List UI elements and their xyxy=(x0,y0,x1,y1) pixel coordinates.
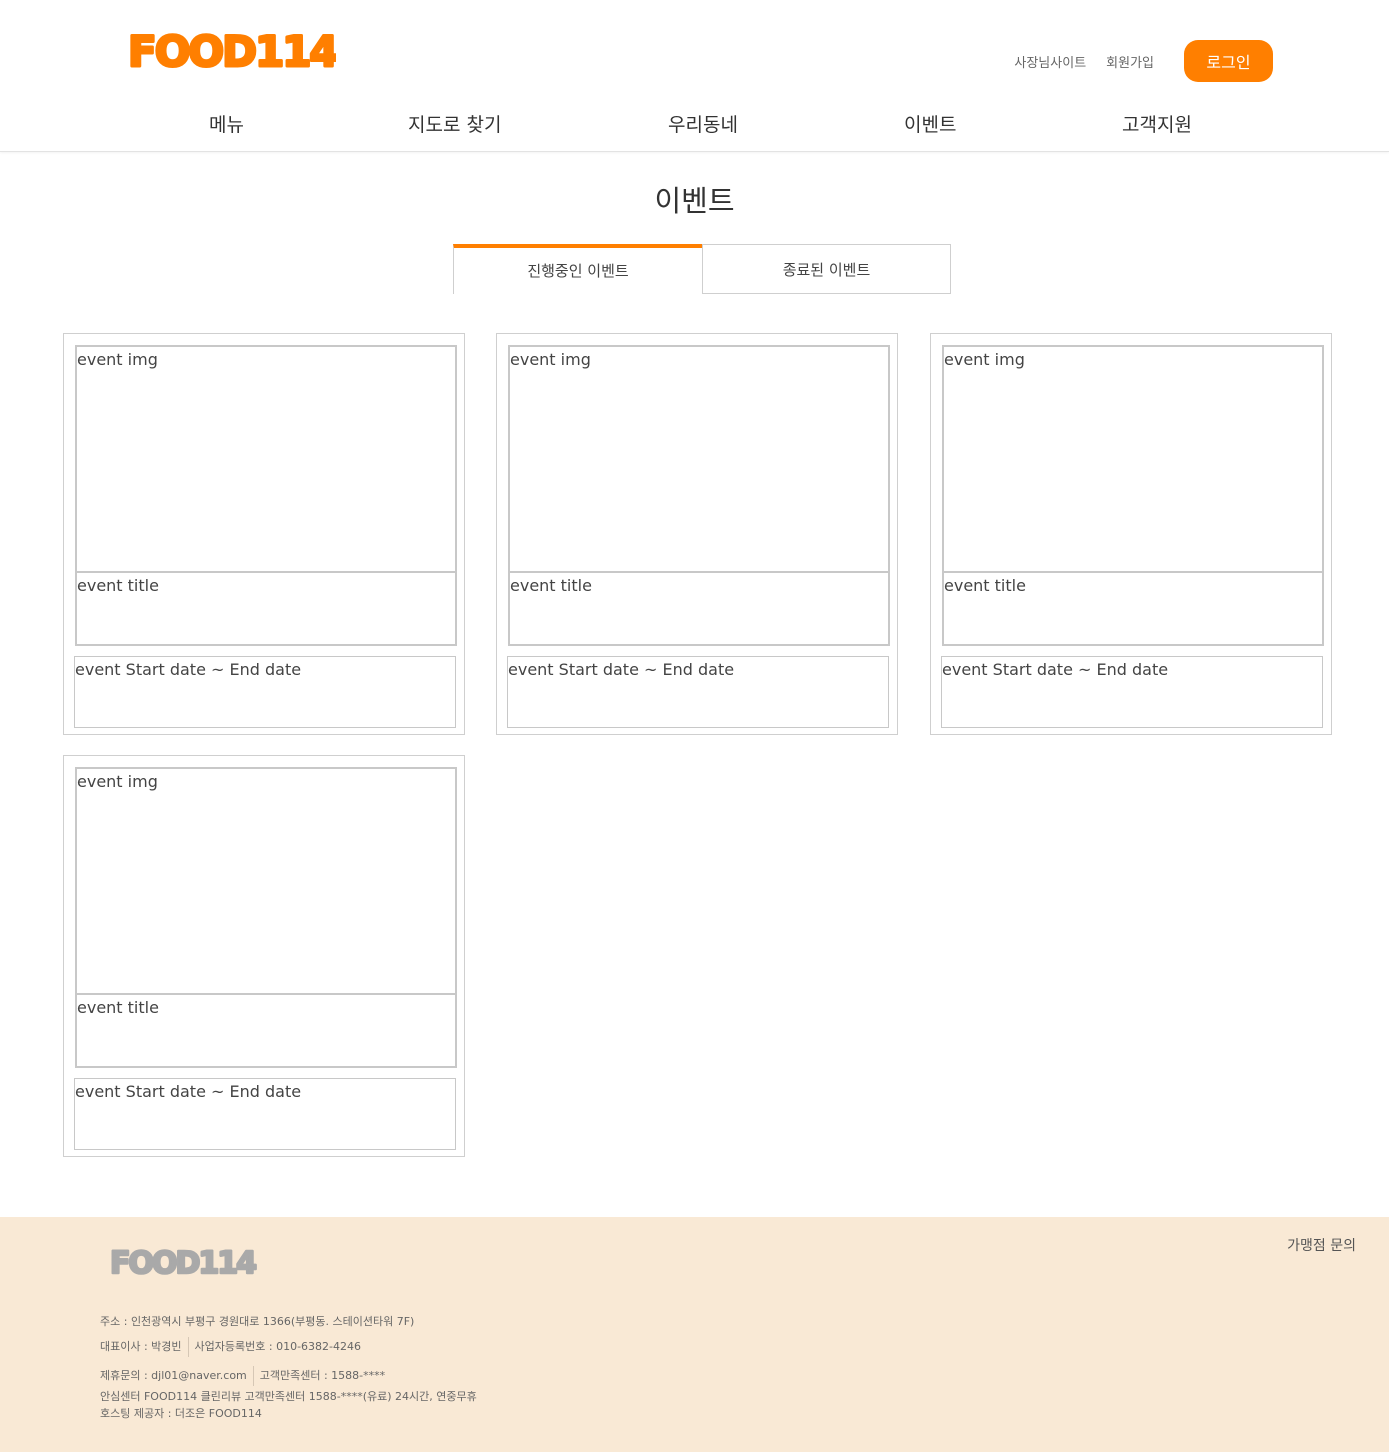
event-date: event Start date ~ End date xyxy=(74,656,456,728)
tab-label: 진행중인 이벤트 xyxy=(527,261,629,280)
svg-text:FOOD114: FOOD114 xyxy=(128,27,336,74)
footer-safety-center: 안심센터 FOOD114 클린리뷰 고객만족센터 1588-****(유료) 2… xyxy=(100,1390,477,1403)
franchise-inquiry-link[interactable]: 가맹점 문의 xyxy=(1287,1235,1356,1255)
footer-contact-line: 제휴문의 : djl01@naver.com 고객만족센터 : 1588-**** xyxy=(100,1366,385,1386)
event-image[interactable]: event img xyxy=(942,345,1324,573)
utility-links: 사장님사이트 회원가입 로그인 xyxy=(1014,40,1273,82)
event-date: event Start date ~ End date xyxy=(74,1078,456,1150)
event-image[interactable]: event img xyxy=(75,767,457,995)
event-title[interactable]: event title xyxy=(942,572,1324,646)
event-card[interactable]: event img event title event Start date ~… xyxy=(63,755,465,1157)
footer-partnership: 제휴문의 : djl01@naver.com xyxy=(100,1369,247,1382)
event-card[interactable]: event img event title event Start date ~… xyxy=(496,333,898,735)
event-image-label: event img xyxy=(510,350,591,369)
event-title[interactable]: event title xyxy=(75,572,457,646)
footer-hosting: 호스팅 제공자 : 더조은 FOOD114 xyxy=(100,1407,262,1420)
footer-cs-center: 고객만족센터 : 1588-**** xyxy=(259,1369,386,1382)
event-date-label: event Start date ~ End date xyxy=(75,660,302,679)
event-date-label: event Start date ~ End date xyxy=(508,660,735,679)
nav-item-menu[interactable]: 메뉴 xyxy=(209,110,244,137)
main-nav: 메뉴 지도로 찾기 우리동네 이벤트 고객지원 xyxy=(0,110,1389,144)
svg-text:FOOD114: FOOD114 xyxy=(110,1246,256,1277)
footer-business-no: 사업자등록번호 : 010-6382-4246 xyxy=(194,1340,362,1353)
footer-company-line: 대표이사 : 박경빈 사업자등록번호 : 010-6382-4246 xyxy=(100,1337,361,1357)
login-button[interactable]: 로그인 xyxy=(1184,40,1273,82)
footer-address: 주소 : 인천광역시 부평구 경원대로 1366(부평동. 스테이션타워 7F) xyxy=(100,1315,415,1328)
event-image-label: event img xyxy=(944,350,1025,369)
signup-link[interactable]: 회원가입 xyxy=(1106,52,1154,71)
page-title: 이벤트 xyxy=(654,184,735,218)
event-title[interactable]: event title xyxy=(508,572,890,646)
event-image-label: event img xyxy=(77,772,158,791)
footer-ceo: 대표이사 : 박경빈 xyxy=(100,1340,182,1353)
event-title-label: event title xyxy=(510,576,592,595)
nav-item-neighborhood[interactable]: 우리동네 xyxy=(668,110,738,137)
site-footer: FOOD114 가맹점 문의 주소 : 인천광역시 부평구 경원대로 1366(… xyxy=(0,1217,1389,1452)
divider xyxy=(187,1337,189,1357)
event-title[interactable]: event title xyxy=(75,994,457,1068)
food114-footer-logo: FOOD114 xyxy=(109,1245,260,1277)
divider xyxy=(252,1366,254,1386)
tab-ongoing-events[interactable]: 진행중인 이벤트 xyxy=(453,244,702,294)
site-header: FOOD114 사장님사이트 회원가입 로그인 메뉴 지도로 찾기 우리동네 이… xyxy=(0,0,1389,152)
event-date: event Start date ~ End date xyxy=(941,656,1323,728)
owner-site-link[interactable]: 사장님사이트 xyxy=(1014,52,1086,71)
event-image[interactable]: event img xyxy=(75,345,457,573)
food114-logo[interactable]: FOOD114 xyxy=(126,26,337,74)
tab-label: 종료된 이벤트 xyxy=(782,260,871,279)
tab-ended-events[interactable]: 종료된 이벤트 xyxy=(702,244,951,294)
event-card[interactable]: event img event title event Start date ~… xyxy=(930,333,1332,735)
event-title-label: event title xyxy=(77,998,159,1017)
event-date-label: event Start date ~ End date xyxy=(75,1082,302,1101)
nav-item-support[interactable]: 고객지원 xyxy=(1122,110,1192,137)
event-title-label: event title xyxy=(944,576,1026,595)
event-title-label: event title xyxy=(77,576,159,595)
event-image-label: event img xyxy=(77,350,158,369)
nav-item-map-search[interactable]: 지도로 찾기 xyxy=(408,110,501,137)
event-image[interactable]: event img xyxy=(508,345,890,573)
event-date: event Start date ~ End date xyxy=(507,656,889,728)
nav-item-event[interactable]: 이벤트 xyxy=(904,110,956,137)
event-date-label: event Start date ~ End date xyxy=(942,660,1169,679)
event-card[interactable]: event img event title event Start date ~… xyxy=(63,333,465,735)
